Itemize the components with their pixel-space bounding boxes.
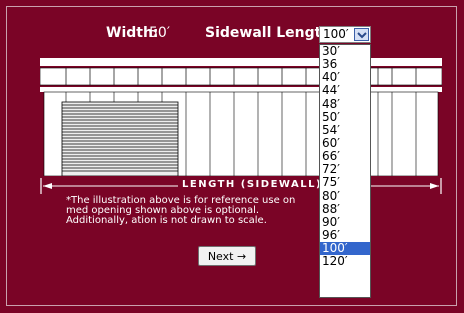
sidewall-length-option[interactable]: 48′ [320, 97, 370, 111]
length-sidewall-caption: LENGTH (SIDEWALL) [178, 179, 327, 190]
sidewall-length-option[interactable]: 75′ [320, 176, 370, 189]
sidewall-length-select[interactable]: 100′ [319, 26, 371, 43]
sidewall-length-label: Sidewall Length: [205, 25, 337, 41]
sidewall-length-option[interactable]: 88′ [320, 202, 370, 216]
sidewall-length-selected-value: 100′ [323, 27, 349, 41]
chevron-down-icon[interactable] [354, 28, 369, 41]
sidewall-length-option[interactable]: 120′ [320, 255, 370, 268]
sidewall-length-option[interactable]: 80′ [320, 189, 370, 203]
sidewall-length-option[interactable]: 90′ [320, 215, 370, 229]
sidewall-length-option[interactable]: 50′ [320, 110, 370, 124]
building-illustration [39, 58, 443, 180]
reference-note: *The illustration above is for reference… [66, 195, 296, 226]
sidewall-length-options-list: 30′ 36 40′ 44′ 48′ 50′ 54′ 60′ 66′ 72′ 75′ 80′ 88′ 90… [319, 44, 371, 298]
width-value: 50′ [149, 25, 170, 41]
sidewall-length-option[interactable]: 44′ [320, 84, 370, 97]
next-button[interactable]: Next → [198, 246, 256, 266]
sidewall-length-option[interactable]: 54′ [320, 123, 370, 137]
